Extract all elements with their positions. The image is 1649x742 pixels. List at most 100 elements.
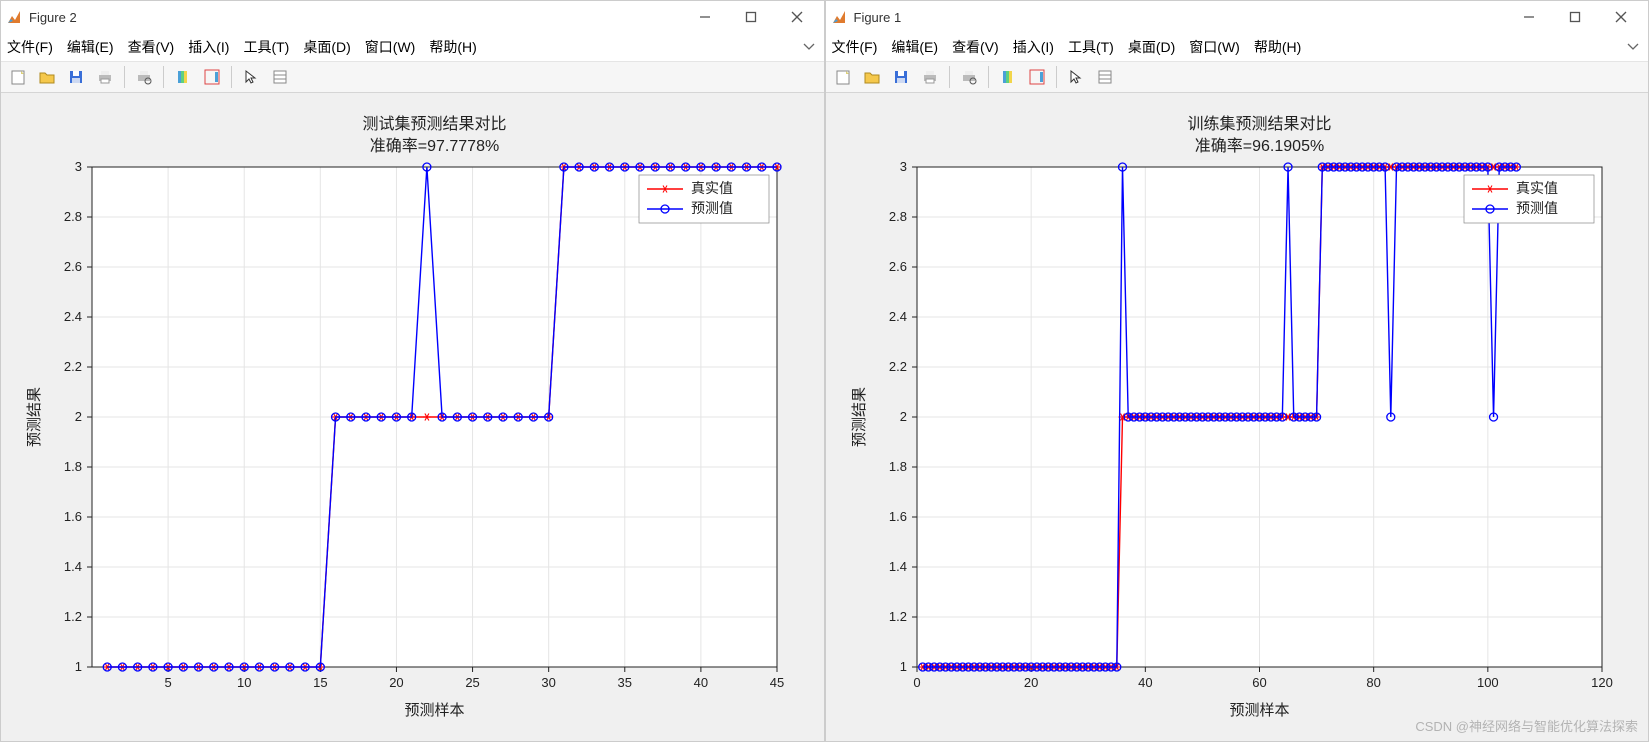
window-title: Figure 1 bbox=[854, 10, 902, 25]
svg-text:1.4: 1.4 bbox=[64, 559, 82, 574]
menu-file[interactable]: 文件(F) bbox=[832, 37, 878, 57]
svg-text:预测值: 预测值 bbox=[1516, 200, 1558, 216]
svg-text:预测样本: 预测样本 bbox=[1229, 702, 1289, 719]
open-icon[interactable] bbox=[34, 64, 60, 90]
svg-text:真实值: 真实值 bbox=[1516, 180, 1558, 196]
svg-text:0: 0 bbox=[913, 675, 920, 690]
svg-text:1: 1 bbox=[75, 659, 82, 674]
svg-text:40: 40 bbox=[694, 675, 708, 690]
menu-file[interactable]: 文件(F) bbox=[7, 37, 53, 57]
svg-text:15: 15 bbox=[313, 675, 327, 690]
colormap-icon[interactable] bbox=[170, 64, 196, 90]
svg-text:2: 2 bbox=[900, 409, 907, 424]
minimize-button[interactable] bbox=[1506, 1, 1552, 33]
property-editor-icon[interactable] bbox=[267, 64, 293, 90]
axes-area[interactable]: 02040608010012011.21.41.61.822.22.42.62.… bbox=[826, 93, 1649, 741]
svg-text:1.8: 1.8 bbox=[889, 459, 907, 474]
svg-text:真实值: 真实值 bbox=[691, 180, 733, 196]
svg-text:60: 60 bbox=[1252, 675, 1266, 690]
chevron-down-icon[interactable] bbox=[1626, 39, 1642, 55]
svg-text:45: 45 bbox=[770, 675, 784, 690]
axes-area[interactable]: 5101520253035404511.21.41.61.822.22.42.6… bbox=[1, 93, 824, 741]
menu-view[interactable]: 查看(V) bbox=[952, 37, 999, 57]
matlab-icon bbox=[830, 8, 848, 26]
menubar: 文件(F) 编辑(E) 查看(V) 插入(I) 工具(T) 桌面(D) 窗口(W… bbox=[826, 33, 1649, 61]
menu-window[interactable]: 窗口(W) bbox=[1189, 37, 1240, 57]
window-title: Figure 2 bbox=[29, 10, 77, 25]
svg-text:2.4: 2.4 bbox=[64, 309, 82, 324]
print-icon[interactable] bbox=[917, 64, 943, 90]
close-button[interactable] bbox=[774, 1, 820, 33]
menu-window[interactable]: 窗口(W) bbox=[365, 37, 416, 57]
svg-text:100: 100 bbox=[1477, 675, 1499, 690]
print-preview-icon[interactable] bbox=[956, 64, 982, 90]
maximize-button[interactable] bbox=[1552, 1, 1598, 33]
svg-text:预测样本: 预测样本 bbox=[405, 702, 465, 719]
menu-help[interactable]: 帮助(H) bbox=[429, 37, 476, 57]
menu-view[interactable]: 查看(V) bbox=[128, 37, 175, 57]
svg-text:5: 5 bbox=[165, 675, 172, 690]
chart-fig2: 5101520253035404511.21.41.61.822.22.42.6… bbox=[17, 107, 807, 727]
pointer-icon[interactable] bbox=[238, 64, 264, 90]
titlebar[interactable]: Figure 2 bbox=[1, 1, 824, 33]
svg-text:2.4: 2.4 bbox=[889, 309, 907, 324]
save-icon[interactable] bbox=[888, 64, 914, 90]
menu-edit[interactable]: 编辑(E) bbox=[67, 37, 114, 57]
close-button[interactable] bbox=[1598, 1, 1644, 33]
svg-text:1.4: 1.4 bbox=[889, 559, 907, 574]
svg-text:40: 40 bbox=[1138, 675, 1152, 690]
menubar: 文件(F) 编辑(E) 查看(V) 插入(I) 工具(T) 桌面(D) 窗口(W… bbox=[1, 33, 824, 61]
svg-text:2.6: 2.6 bbox=[889, 259, 907, 274]
svg-text:1.6: 1.6 bbox=[889, 509, 907, 524]
save-icon[interactable] bbox=[63, 64, 89, 90]
figure-window-2: Figure 2 文件(F) 编辑(E) 查看(V) 插入(I) 工具(T) 桌… bbox=[0, 0, 825, 742]
svg-text:1.2: 1.2 bbox=[64, 609, 82, 624]
new-figure-icon[interactable] bbox=[830, 64, 856, 90]
print-icon[interactable] bbox=[92, 64, 118, 90]
menu-desktop[interactable]: 桌面(D) bbox=[303, 37, 350, 57]
colormap-icon[interactable] bbox=[995, 64, 1021, 90]
menu-tools[interactable]: 工具(T) bbox=[1068, 37, 1114, 57]
colorbar-icon[interactable] bbox=[1024, 64, 1050, 90]
svg-text:20: 20 bbox=[1024, 675, 1038, 690]
chevron-down-icon[interactable] bbox=[802, 39, 818, 55]
new-figure-icon[interactable] bbox=[5, 64, 31, 90]
toolbar bbox=[1, 61, 824, 93]
matlab-icon bbox=[5, 8, 23, 26]
svg-text:1.8: 1.8 bbox=[64, 459, 82, 474]
maximize-button[interactable] bbox=[728, 1, 774, 33]
menu-insert[interactable]: 插入(I) bbox=[188, 37, 229, 57]
svg-text:准确率=96.1905%: 准确率=96.1905% bbox=[1195, 137, 1324, 155]
svg-text:预测结果: 预测结果 bbox=[26, 387, 43, 447]
svg-text:训练集预测结果对比: 训练集预测结果对比 bbox=[1187, 115, 1331, 133]
menu-help[interactable]: 帮助(H) bbox=[1254, 37, 1301, 57]
print-preview-icon[interactable] bbox=[131, 64, 157, 90]
svg-text:80: 80 bbox=[1366, 675, 1380, 690]
colorbar-icon[interactable] bbox=[199, 64, 225, 90]
svg-text:预测值: 预测值 bbox=[691, 200, 733, 216]
menu-edit[interactable]: 编辑(E) bbox=[891, 37, 938, 57]
svg-text:3: 3 bbox=[900, 159, 907, 174]
minimize-button[interactable] bbox=[682, 1, 728, 33]
toolbar bbox=[826, 61, 1649, 93]
svg-text:1.6: 1.6 bbox=[64, 509, 82, 524]
menu-desktop[interactable]: 桌面(D) bbox=[1128, 37, 1175, 57]
svg-text:3: 3 bbox=[75, 159, 82, 174]
property-editor-icon[interactable] bbox=[1092, 64, 1118, 90]
svg-text:预测结果: 预测结果 bbox=[851, 387, 868, 447]
svg-text:2.8: 2.8 bbox=[64, 209, 82, 224]
svg-text:2.2: 2.2 bbox=[889, 359, 907, 374]
svg-text:10: 10 bbox=[237, 675, 251, 690]
svg-text:30: 30 bbox=[542, 675, 556, 690]
svg-text:35: 35 bbox=[618, 675, 632, 690]
svg-text:2.6: 2.6 bbox=[64, 259, 82, 274]
svg-text:1: 1 bbox=[900, 659, 907, 674]
open-icon[interactable] bbox=[859, 64, 885, 90]
pointer-icon[interactable] bbox=[1063, 64, 1089, 90]
menu-tools[interactable]: 工具(T) bbox=[243, 37, 289, 57]
titlebar[interactable]: Figure 1 bbox=[826, 1, 1649, 33]
svg-text:120: 120 bbox=[1591, 675, 1613, 690]
svg-text:2: 2 bbox=[75, 409, 82, 424]
svg-text:2.2: 2.2 bbox=[64, 359, 82, 374]
menu-insert[interactable]: 插入(I) bbox=[1013, 37, 1054, 57]
